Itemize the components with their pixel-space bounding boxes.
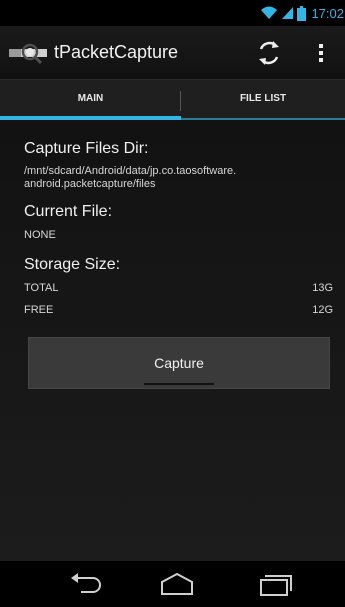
status-time: 17:02: [311, 5, 344, 21]
home-icon[interactable]: [153, 570, 201, 598]
navigation-bar: [0, 561, 345, 607]
battery-icon: [297, 5, 307, 21]
storage-total-value: 13G: [312, 282, 333, 294]
capture-dir-path-line2: android.packetcapture/files: [24, 178, 156, 190]
wifi-icon: [261, 6, 278, 19]
overflow-menu-icon[interactable]: [307, 36, 335, 70]
app-title: tPacketCapture: [54, 42, 179, 62]
tab-bar: MAIN FILE LIST: [0, 79, 345, 120]
current-file-heading: Current File:: [24, 203, 113, 220]
signal-icon: [282, 7, 294, 19]
status-icons: 17:02: [260, 4, 345, 22]
current-file-value: NONE: [24, 229, 56, 241]
storage-free-label: FREE: [24, 304, 54, 316]
back-icon[interactable]: [63, 570, 111, 598]
main-content: Capture Files Dir: /mnt/sdcard/Android/d…: [0, 120, 345, 561]
capture-button-underline: [144, 383, 214, 385]
app-logo-icon: [9, 43, 47, 64]
tab-main[interactable]: MAIN: [0, 80, 181, 120]
refresh-icon[interactable]: [252, 36, 286, 70]
storage-total-label: TOTAL: [24, 282, 59, 294]
capture-dir-path-line1: /mnt/sdcard/Android/data/jp.co.taosoftwa…: [24, 165, 237, 177]
capture-dir-heading: Capture Files Dir:: [24, 140, 149, 157]
status-bar: 17:02: [0, 0, 345, 26]
recents-icon[interactable]: [250, 570, 298, 598]
storage-heading: Storage Size:: [24, 256, 121, 273]
capture-dir-path: /mnt/sdcard/Android/data/jp.co.taosoftwa…: [24, 165, 324, 191]
action-bar: tPacketCapture: [0, 26, 345, 79]
capture-button-label: Capture: [154, 355, 204, 371]
storage-free-value: 12G: [312, 304, 333, 316]
capture-button[interactable]: Capture: [28, 337, 330, 389]
tab-file-list[interactable]: FILE LIST: [181, 80, 345, 120]
